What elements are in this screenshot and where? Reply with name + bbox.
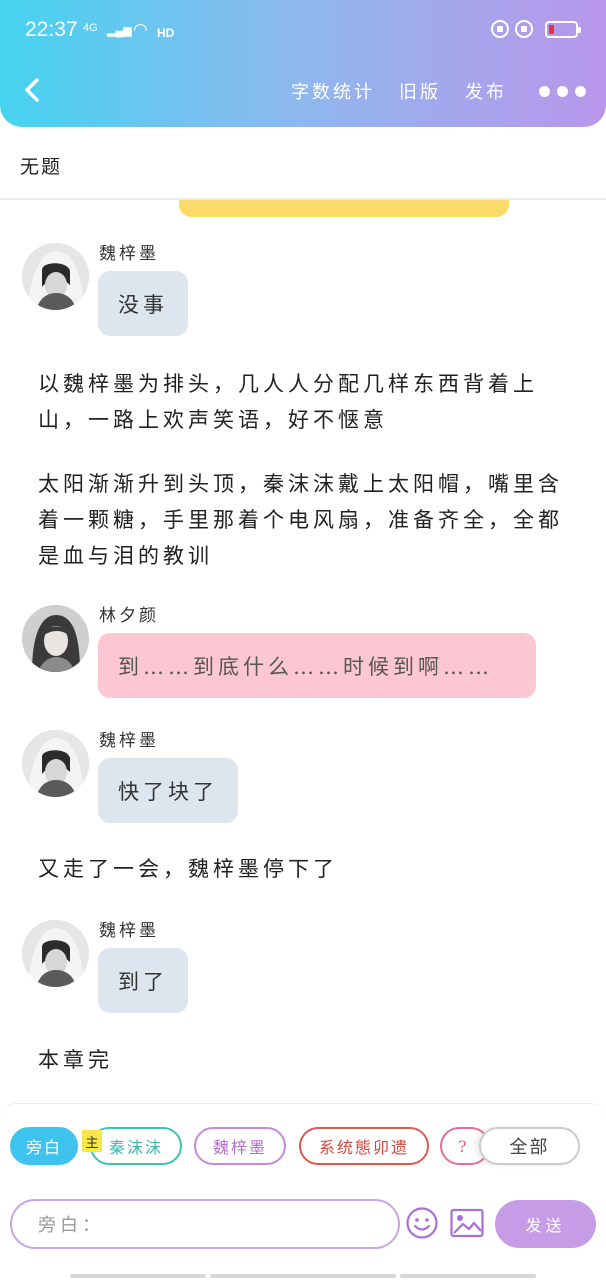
avatar	[22, 730, 89, 797]
nav-gesture-bar	[400, 1274, 536, 1278]
network-label: 4G	[83, 22, 98, 34]
main-role-badge: 主	[82, 1130, 102, 1152]
emoji-icon[interactable]	[405, 1206, 439, 1240]
sender-name: 林夕颜	[99, 606, 159, 626]
image-icon[interactable]	[450, 1208, 484, 1238]
nav-gesture-bar	[70, 1274, 206, 1278]
narration-text[interactable]: 以魏梓墨为排头，几人人分配几样东西背着上山，一路上欢声笑语，好不惬意	[38, 366, 578, 438]
narration-text[interactable]: 太阳渐渐升到头顶，秦沫沫戴上太阳帽，嘴里含着一颗糖，手里那着个电风扇，准备齐全，…	[38, 466, 578, 574]
role-tag-qin[interactable]: 秦沫沫	[90, 1127, 182, 1165]
chevron-left-icon	[25, 78, 39, 102]
alarm-icon	[515, 20, 533, 38]
narration-text[interactable]: 又走了一会，魏梓墨停下了	[38, 851, 578, 887]
word-count-button[interactable]: 字数统计	[291, 78, 375, 104]
nav-actions: 字数统计 旧版 发布	[291, 78, 586, 104]
old-version-button[interactable]: 旧版	[399, 78, 441, 104]
input-row: 旁白： 发送	[10, 1199, 600, 1251]
battery-icon	[545, 20, 581, 38]
send-button[interactable]: 发送	[495, 1200, 596, 1248]
message-bubble: 没事	[98, 271, 188, 336]
all-roles-button[interactable]: 全部	[479, 1127, 580, 1165]
highlight-bar	[179, 200, 509, 217]
sender-name: 魏梓墨	[99, 244, 159, 264]
nav-gesture-bar	[210, 1274, 396, 1278]
sender-name: 魏梓墨	[99, 731, 159, 751]
status-bar: 22:37 4G ▂▄▆ ◠ HD	[25, 18, 581, 46]
avatar	[22, 920, 89, 987]
message-bubble: 到……到底什么……时候到啊……	[98, 633, 536, 698]
lock-rotation-icon	[491, 20, 509, 38]
avatar	[22, 605, 89, 672]
wifi-icon: ◠	[133, 20, 148, 39]
back-button[interactable]	[18, 74, 48, 106]
message-bubble: 到了	[98, 948, 188, 1013]
sender-name: 魏梓墨	[99, 921, 159, 941]
chapter-title[interactable]: 无题	[20, 152, 62, 179]
message-bubble: 快了块了	[98, 758, 238, 823]
role-tag-narrator[interactable]: 旁白	[10, 1127, 78, 1165]
header-bar: 22:37 4G ▂▄▆ ◠ HD 字数统计 旧版 发布	[0, 0, 606, 127]
avatar	[22, 243, 89, 310]
status-right	[491, 20, 581, 38]
role-tag-system[interactable]: 系统態卯遗	[299, 1127, 429, 1165]
signal-icon: ▂▄▆	[107, 25, 132, 37]
status-time: 22:37	[25, 18, 78, 41]
narration-text[interactable]: 本章完	[38, 1042, 578, 1078]
message-input[interactable]: 旁白：	[10, 1199, 400, 1249]
role-tag-wei[interactable]: 魏梓墨	[194, 1127, 286, 1165]
more-options-icon[interactable]	[539, 85, 586, 97]
publish-button[interactable]: 发布	[465, 78, 507, 104]
hd-label: HD	[157, 26, 175, 40]
